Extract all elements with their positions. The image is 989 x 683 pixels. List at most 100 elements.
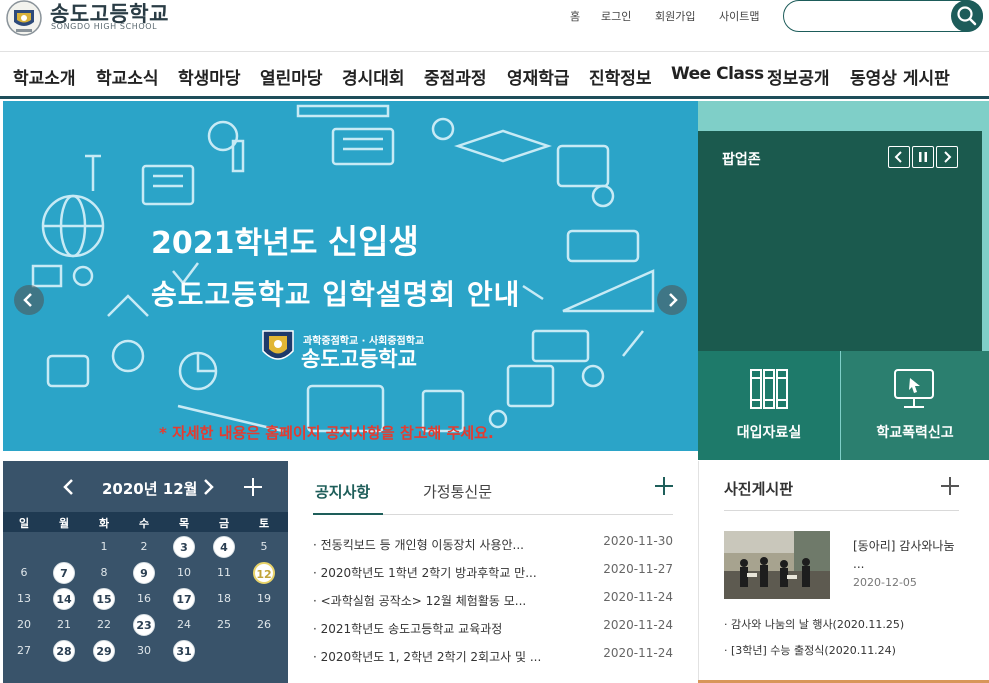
slide-headline: 2021학년도 신입생 <box>151 215 419 263</box>
slide-note: * 자세한 내용은 홈페이지 공지사항을 참고해 주세요. <box>159 424 494 442</box>
plus-icon <box>941 477 959 495</box>
photo-image <box>724 531 830 599</box>
nav-item-weeclass[interactable]: Wee Class <box>671 64 764 84</box>
calendar-day[interactable]: 28 <box>53 640 75 662</box>
notice-title[interactable]: · <과학실험 공작소> 12월 체험활동 모... <box>313 592 563 609</box>
list-item[interactable]: · 2020학년도 1, 2학년 2학기 2회고사 및 ... 2020-11-… <box>313 646 673 670</box>
quick-violence-report[interactable]: 학교폭력신고 <box>841 351 989 460</box>
calendar-prev-button[interactable] <box>57 475 81 499</box>
header: 송도고등학교 SONGDO HIGH SCHOOL 홈 로그인 회원가입 사이트… <box>0 0 989 52</box>
calendar-day[interactable]: 15 <box>93 588 115 610</box>
calendar-next-button[interactable] <box>196 475 220 499</box>
photo-divider <box>724 510 959 511</box>
search-icon <box>957 6 977 26</box>
plus-icon <box>655 477 673 495</box>
search-button[interactable] <box>951 0 983 32</box>
notice-title[interactable]: · 2021학년도 송도고등학교 교육과정 <box>313 620 563 637</box>
chevron-right-icon <box>204 479 214 495</box>
monitor-cursor-icon <box>894 369 934 408</box>
tab-letters[interactable]: 가정통신문 <box>423 481 492 502</box>
notice-title[interactable]: · 2020학년도 1, 2학년 2학기 2회고사 및 ... <box>313 648 563 665</box>
nav-item-open[interactable]: 열린마당 <box>260 64 323 89</box>
school-name-en: SONGDO HIGH SCHOOL <box>51 22 158 31</box>
calendar-day: 22 <box>97 618 111 631</box>
home-link[interactable]: 홈 <box>570 8 580 24</box>
sitemap-link[interactable]: 사이트맵 <box>719 8 759 24</box>
slide-freshman: 신입생 <box>327 222 419 261</box>
calendar-weekday: 수 <box>138 517 150 530</box>
list-item[interactable]: · 2021학년도 송도고등학교 교육과정 2020-11-24 <box>313 618 673 642</box>
list-item[interactable]: · 감사와 나눔의 날 행사(2020.11.25) <box>724 616 904 632</box>
calendar-month: 2020년 12월 <box>102 480 198 498</box>
calendar-day[interactable]: 7 <box>53 562 75 584</box>
calendar-day[interactable]: 14 <box>53 588 75 610</box>
quick-label-violence: 학교폭력신고 <box>876 425 954 441</box>
calendar-day: 21 <box>57 618 71 631</box>
list-item[interactable]: · [3학년] 수능 출정식(2020.11.24) <box>724 642 896 658</box>
calendar-day: 20 <box>17 618 31 631</box>
calendar-day[interactable]: 17 <box>173 588 195 610</box>
login-link[interactable]: 로그인 <box>601 8 631 24</box>
notice-date: 2020-11-24 <box>603 590 673 604</box>
popup-zone: 팝업존 <box>698 131 982 351</box>
calendar-day[interactable]: 31 <box>173 640 195 662</box>
calendar-day: 24 <box>177 618 191 631</box>
quick-admission-data[interactable]: 대입자료실 <box>698 351 840 460</box>
quick-label-admission: 대입자료실 <box>736 425 802 441</box>
calendar-day[interactable]: 9 <box>133 562 155 584</box>
calendar-day: 30 <box>137 644 151 657</box>
nav-item-gifted[interactable]: 영재학급 <box>507 64 570 89</box>
calendar-day: 25 <box>217 618 231 631</box>
popup-next-button[interactable] <box>936 146 958 168</box>
chevron-right-icon <box>669 293 678 307</box>
calendar-more-button[interactable] <box>241 475 265 499</box>
notice-more-button[interactable] <box>653 475 675 497</box>
calendar-day[interactable]: 4 <box>213 536 235 558</box>
popup-title: 팝업존 <box>722 152 761 168</box>
notice-title[interactable]: · 전동킥보드 등 개인형 이동장치 사용안... <box>313 536 563 553</box>
calendar-day: 16 <box>137 592 151 605</box>
search-box <box>783 0 983 32</box>
slider-prev-button[interactable] <box>14 285 44 315</box>
books-icon <box>750 369 788 409</box>
nav-item-admission[interactable]: 진학정보 <box>589 64 652 89</box>
school-logo[interactable] <box>4 0 44 36</box>
main-slider[interactable]: 2021학년도 신입생 송도고등학교 입학설명회 안내 과학중점학교 · 사회중… <box>3 101 698 451</box>
nav-item-video[interactable]: 동영상 게시판 <box>850 64 950 89</box>
nav-item-disclosure[interactable]: 정보공개 <box>767 64 830 89</box>
popup-prev-button[interactable] <box>888 146 910 168</box>
notice-board: 공지사항 가정통신문 · 전동킥보드 등 개인형 이동장치 사용안... 202… <box>288 461 698 683</box>
slide-school-name: 송도고등학교 <box>301 347 417 371</box>
notice-date: 2020-11-30 <box>603 534 673 548</box>
calendar-day[interactable]: 3 <box>173 536 195 558</box>
nav-item-students[interactable]: 학생마당 <box>178 64 241 89</box>
calendar-day[interactable]: 12 <box>253 562 275 584</box>
notice-date: 2020-11-24 <box>603 646 673 660</box>
nav-item-about[interactable]: 학교소개 <box>13 64 76 89</box>
calendar-weekday: 월 <box>58 517 70 530</box>
calendar-day: 1 <box>100 540 108 553</box>
calendar-day: 5 <box>260 540 268 553</box>
list-item[interactable]: · <과학실험 공작소> 12월 체험활동 모... 2020-11-24 <box>313 590 673 614</box>
popup-pause-button[interactable] <box>912 146 934 168</box>
signup-link[interactable]: 회원가입 <box>655 8 695 24</box>
list-item[interactable]: · 전동킥보드 등 개인형 이동장치 사용안... 2020-11-30 <box>313 534 673 558</box>
nav-item-contest[interactable]: 경시대회 <box>342 64 405 89</box>
list-item[interactable]: · 2020학년도 1학년 2학기 방과후학교 만... 2020-11-27 <box>313 562 673 586</box>
search-input[interactable] <box>798 7 948 25</box>
calendar: 2020년 12월 일월화수목금토 1 2 3 4 5 6 7 8 9 10 11 12 13 14 15 1… <box>3 461 288 683</box>
calendar-day[interactable]: 29 <box>93 640 115 662</box>
slider-next-button[interactable] <box>657 285 687 315</box>
photo-thumbnail[interactable] <box>724 531 830 599</box>
nav-item-news[interactable]: 학교소식 <box>96 64 159 89</box>
photo-caption[interactable]: [동아리] 감사와나눔 ... <box>853 537 963 573</box>
photo-more-button[interactable] <box>939 475 961 497</box>
tab-notice[interactable]: 공지사항 <box>315 481 370 502</box>
calendar-day[interactable]: 23 <box>133 614 155 636</box>
nav-item-focus[interactable]: 중점과정 <box>424 64 487 89</box>
slide-subheadline: 송도고등학교 입학설명회 안내 <box>151 278 521 311</box>
calendar-weekday: 일 <box>18 517 30 530</box>
notice-title[interactable]: · 2020학년도 1학년 2학기 방과후학교 만... <box>313 564 563 581</box>
slide-school-emblem <box>262 330 294 360</box>
calendar-weekday: 토 <box>258 517 270 530</box>
